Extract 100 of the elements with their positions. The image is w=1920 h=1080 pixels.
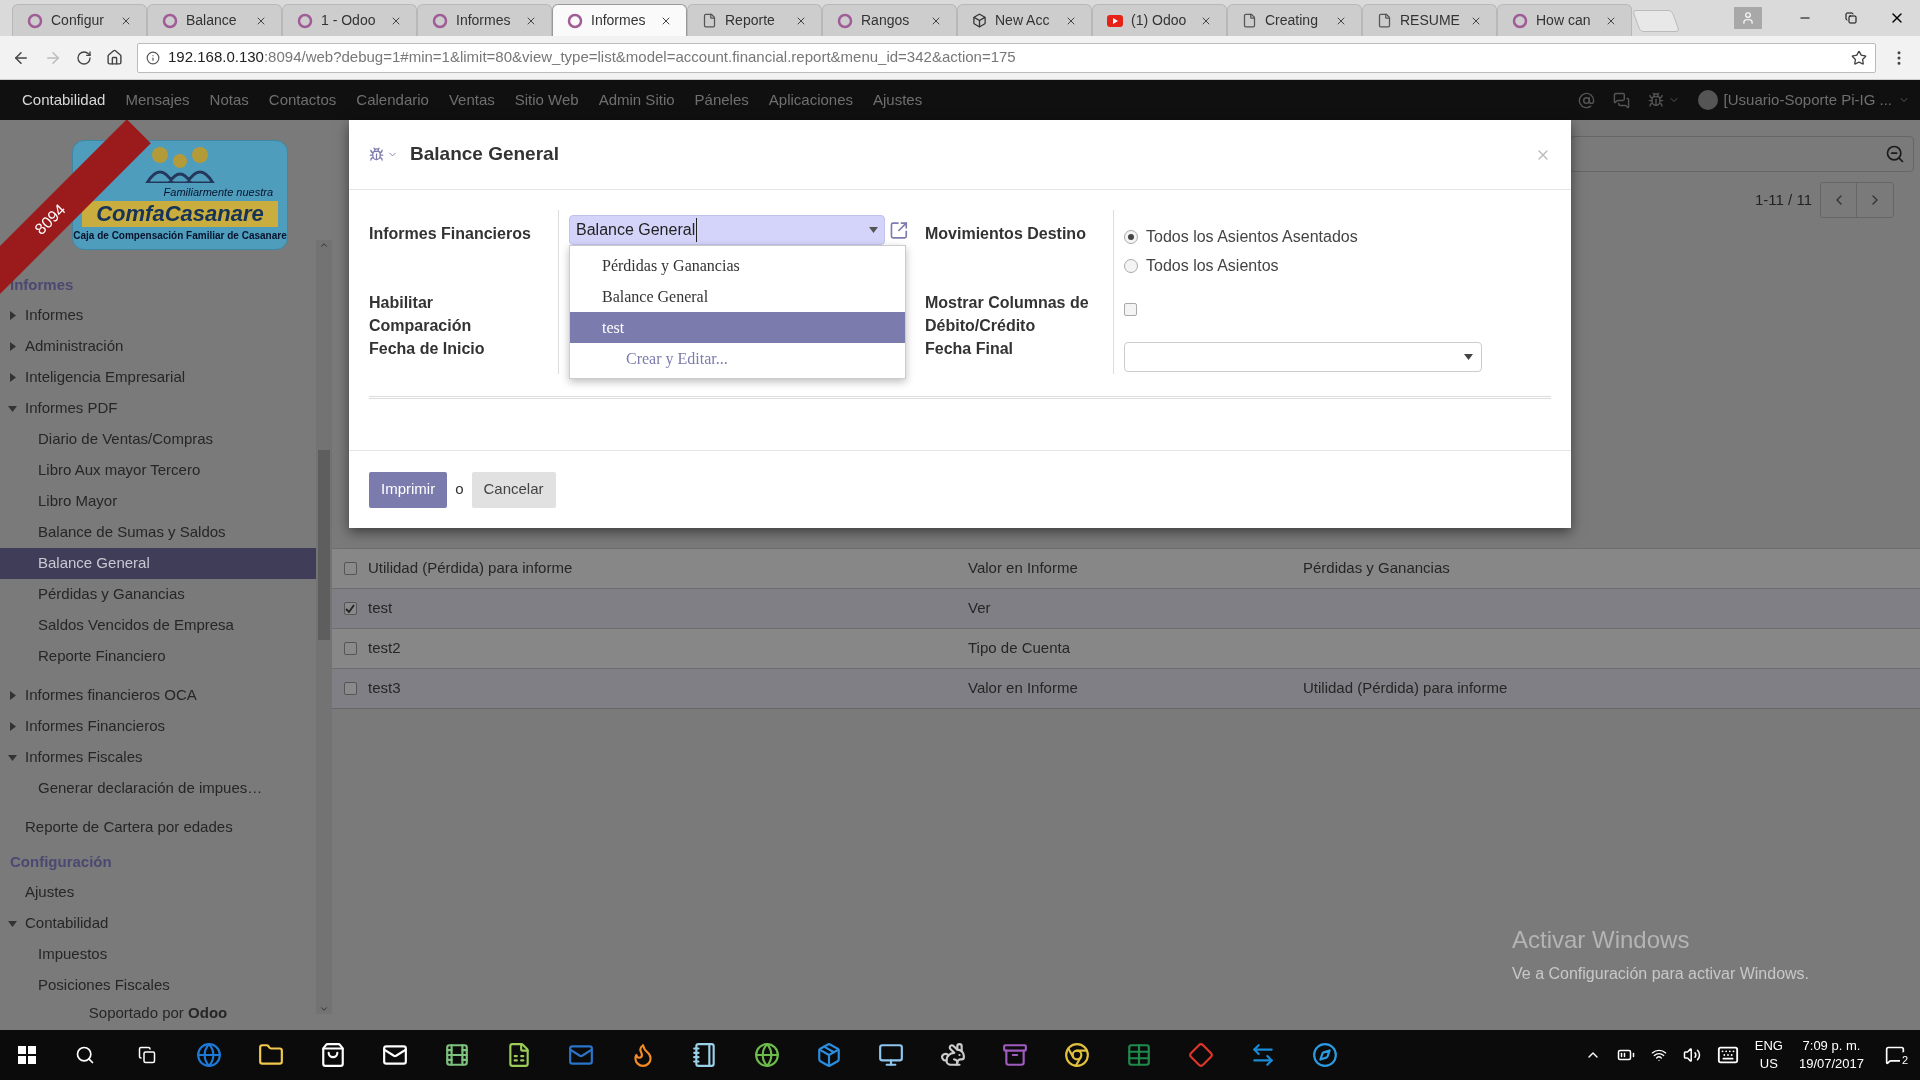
browser-tab[interactable]: Reporte	[687, 4, 822, 36]
dropdown-option[interactable]: test	[570, 312, 905, 343]
print-button[interactable]: Imprimir	[369, 471, 448, 508]
globe-icon[interactable]	[196, 1042, 222, 1068]
sidebar-item[interactable]: Balance General	[0, 548, 316, 579]
envelope-icon[interactable]	[382, 1042, 408, 1068]
box-icon[interactable]	[816, 1042, 842, 1068]
dropdown-option[interactable]: Balance General	[570, 281, 905, 312]
arrows-icon[interactable]	[1250, 1042, 1276, 1068]
browser-tab[interactable]: (1) Odoo	[1092, 4, 1227, 36]
checkbox[interactable]	[343, 642, 357, 655]
table-row[interactable]: test2 Tipo de Cuenta	[332, 628, 1920, 668]
menu-item[interactable]: Contactos	[258, 88, 347, 112]
radio-button[interactable]	[1124, 258, 1138, 273]
caret-down-icon[interactable]	[8, 920, 17, 927]
external-link-icon[interactable]	[889, 219, 909, 241]
bag-icon[interactable]	[320, 1042, 346, 1068]
user-menu[interactable]: [Usuario-Soporte Pi-IG ...	[1723, 88, 1892, 112]
sidebar-item[interactable]: Informes Fiscales	[0, 742, 316, 773]
caret-right-icon[interactable]	[9, 311, 16, 320]
sidebar-item[interactable]: Administración	[0, 331, 316, 362]
menu-item[interactable]: Páneles	[684, 88, 759, 112]
debug-menu[interactable]	[1647, 92, 1680, 108]
caret-right-icon[interactable]	[9, 722, 16, 731]
browser-tab[interactable]: Balance	[147, 4, 282, 36]
sidebar-item[interactable]: Libro Mayor	[0, 486, 316, 517]
spreadsheet-icon[interactable]	[1126, 1042, 1152, 1068]
sidebar-item[interactable]: Libro Aux mayor Tercero	[0, 455, 316, 486]
checkbox[interactable]	[343, 562, 357, 575]
caret-icon[interactable]	[1464, 354, 1473, 360]
sidebar-item[interactable]: Saldos Vencidos de Empresa	[0, 610, 316, 641]
create-link[interactable]: Crear y Editar...	[570, 343, 905, 374]
film-icon[interactable]	[444, 1042, 470, 1068]
sidebar-item[interactable]: Reporte Financiero	[0, 641, 316, 672]
caret-down-icon[interactable]	[8, 754, 17, 761]
caret-down-icon[interactable]	[8, 405, 17, 412]
at-icon[interactable]	[1577, 91, 1595, 109]
clock[interactable]: 7:09 p. m. 19/07/2017	[1798, 1037, 1864, 1073]
document-icon[interactable]	[506, 1042, 532, 1068]
notebook-icon[interactable]	[692, 1042, 718, 1068]
network-icon[interactable]	[1650, 1047, 1667, 1063]
radio-button[interactable]	[1124, 229, 1138, 244]
menu-item[interactable]: Admin Sitio	[588, 88, 685, 112]
sidebar-item[interactable]: Informes Financieros	[0, 711, 316, 742]
notification-button[interactable]: 2	[1880, 1040, 1910, 1070]
sidebar-item[interactable]: Inteligencia Empresarial	[0, 362, 316, 393]
browser-tab[interactable]: 1 - Odoo	[282, 4, 417, 36]
caret-right-icon[interactable]	[9, 373, 16, 382]
chat-icon[interactable]	[1612, 91, 1630, 109]
caret-right-icon[interactable]	[9, 342, 16, 351]
menu-item[interactable]: Mensajes	[115, 88, 200, 112]
home-icon[interactable]	[106, 49, 123, 66]
browser-tab[interactable]: Creating	[1227, 4, 1362, 36]
menu-item[interactable]: Ajustes	[863, 88, 933, 112]
browser-tab[interactable]: How can	[1497, 4, 1632, 36]
checkbox[interactable]	[343, 602, 357, 615]
address-field[interactable]: 192.168.0.130:8094/web?debug=1#min=1&limit=80&view_type=list&model=account.financial.report&menu_id=342&action=175	[137, 42, 1876, 73]
menu-item[interactable]: Ventas	[438, 88, 505, 112]
archive-icon[interactable]	[1002, 1042, 1028, 1068]
volume-icon[interactable]	[1682, 1046, 1701, 1064]
diamond-icon[interactable]	[1188, 1042, 1214, 1068]
browser-tab[interactable]: Informes	[417, 4, 552, 36]
rabbit-icon[interactable]	[940, 1042, 966, 1068]
browser-tab[interactable]: New Acc	[957, 4, 1092, 36]
menu-item[interactable]: Sitio Web	[504, 88, 589, 112]
menu-item[interactable]: Notas	[199, 88, 259, 112]
debug-menu[interactable]	[369, 147, 398, 162]
mail-icon[interactable]	[568, 1042, 594, 1068]
report-select[interactable]: Balance General	[569, 215, 886, 245]
browser-tab[interactable]: Informes	[552, 4, 687, 36]
keyboard-icon[interactable]	[1716, 1044, 1739, 1066]
checkbox[interactable]	[343, 682, 357, 695]
sidebar-item[interactable]: Posiciones Fiscales	[0, 970, 316, 1001]
star-icon[interactable]	[1851, 49, 1867, 66]
browser-icon[interactable]	[1064, 1042, 1090, 1068]
menu-item[interactable]: Calendario	[346, 88, 439, 112]
globe-icon[interactable]	[1312, 1042, 1338, 1068]
monitor-icon[interactable]	[878, 1042, 904, 1068]
search-icon[interactable]	[75, 1045, 95, 1065]
sidebar-item[interactable]: Reporte de Cartera por edades	[0, 812, 316, 843]
caret-icon[interactable]	[869, 227, 879, 233]
sidebar-item[interactable]: Impuestos	[0, 939, 316, 970]
sidebar-item[interactable]: Diario de Ventas/Compras	[0, 424, 316, 455]
sidebar-item[interactable]: Informes financieros OCA	[0, 680, 316, 711]
reload-icon[interactable]	[76, 49, 92, 66]
menu-item[interactable]: Aplicaciones	[758, 88, 863, 112]
browser-tab[interactable]: RESUME	[1362, 4, 1497, 36]
browser-tab[interactable]: Configur	[12, 4, 147, 36]
task-view-icon[interactable]	[138, 1046, 156, 1064]
cancel-button[interactable]: Cancelar	[471, 471, 556, 508]
sidebar-item[interactable]: Balance de Sumas y Saldos	[0, 517, 316, 548]
sidebar-item[interactable]: Ajustes	[0, 877, 316, 908]
sidebar-item[interactable]: Pérdidas y Ganancias	[0, 579, 316, 610]
caret-right-icon[interactable]	[9, 691, 16, 700]
menu-item[interactable]: Contabilidad	[12, 88, 116, 112]
sidebar-item[interactable]: Informes PDF	[0, 393, 316, 424]
sidebar-item[interactable]: Generar declaración de impues…	[0, 773, 316, 804]
folder-icon[interactable]	[258, 1042, 284, 1068]
table-row[interactable]: test Ver	[332, 588, 1920, 628]
checkbox[interactable]	[1124, 302, 1137, 316]
